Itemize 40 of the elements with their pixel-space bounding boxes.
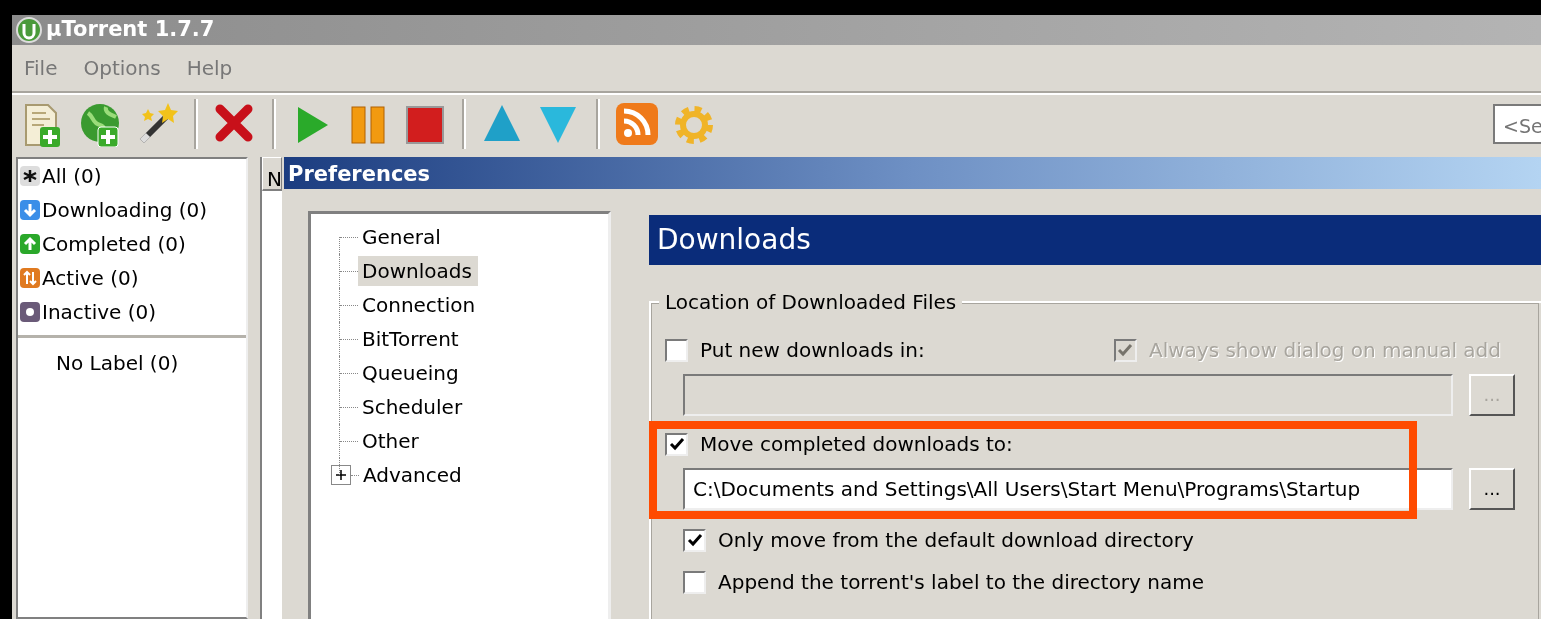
down-arrow-icon bbox=[20, 200, 40, 220]
category-item[interactable]: All (0) bbox=[42, 161, 102, 191]
checkbox-label: Only move from the default download directory bbox=[718, 527, 1194, 554]
rss-icon[interactable] bbox=[614, 101, 660, 147]
path-field[interactable]: C:\Documents and Settings\All Users\Start Menu\Programs\Startup bbox=[683, 468, 1453, 510]
category-item[interactable]: Active (0) bbox=[42, 263, 139, 293]
column-header[interactable]: N bbox=[262, 157, 282, 191]
check-icon bbox=[668, 436, 685, 452]
browse-button[interactable]: ... bbox=[1469, 468, 1515, 510]
window-title: μTorrent 1.7.7 bbox=[46, 16, 215, 44]
tree-item[interactable]: Queueing bbox=[358, 358, 465, 388]
category-item[interactable]: Inactive (0) bbox=[42, 297, 157, 327]
checkbox-label: Move completed downloads to: bbox=[700, 431, 1013, 458]
expand-toggle[interactable] bbox=[331, 465, 351, 485]
category-item[interactable]: Downloading (0) bbox=[42, 195, 208, 225]
up-down-arrows-icon bbox=[20, 268, 40, 288]
category-item[interactable]: Completed (0) bbox=[42, 229, 186, 259]
up-arrow-icon bbox=[20, 234, 40, 254]
tree-item[interactable]: Connection bbox=[358, 290, 482, 320]
tree-item[interactable]: Advanced bbox=[359, 460, 468, 490]
label-item[interactable]: No Label (0) bbox=[18, 346, 246, 380]
checkbox-label: Put new downloads in: bbox=[700, 337, 925, 364]
dialog-title: Preferences bbox=[284, 157, 1541, 189]
checkbox[interactable] bbox=[683, 528, 706, 552]
tree-item[interactable]: Downloads bbox=[358, 256, 478, 286]
checkbox-label: Append the torrent's label to the directory name bbox=[718, 569, 1204, 596]
checkbox[interactable] bbox=[665, 432, 688, 456]
app-logo-icon bbox=[16, 17, 42, 43]
tree-item[interactable]: Scheduler bbox=[358, 392, 469, 422]
check-icon bbox=[1117, 342, 1134, 358]
check-icon bbox=[686, 532, 703, 548]
tree-item[interactable]: General bbox=[358, 222, 447, 252]
checkbox[interactable] bbox=[683, 570, 706, 594]
search-field[interactable]: <Se bbox=[1493, 104, 1541, 144]
checkbox[interactable] bbox=[665, 338, 688, 362]
asterisk-icon bbox=[20, 166, 40, 186]
section-header: Downloads bbox=[649, 215, 1541, 265]
plus-icon bbox=[333, 467, 349, 483]
tree-item[interactable]: Other bbox=[358, 426, 425, 456]
tree-item[interactable]: BitTorrent bbox=[358, 324, 465, 354]
